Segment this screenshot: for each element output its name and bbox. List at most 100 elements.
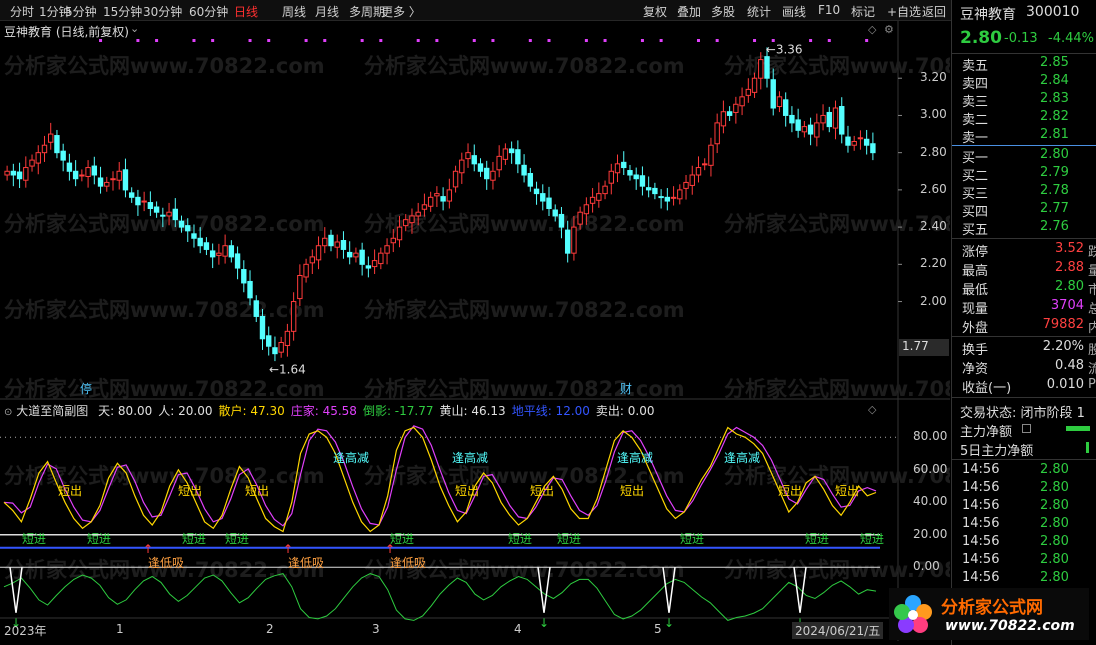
toolbar-btn-1[interactable]: 叠加: [677, 3, 701, 20]
list-icon[interactable]: [1022, 424, 1031, 433]
period-tab-0[interactable]: 分时: [10, 3, 34, 20]
price-axis-label: 3.20: [920, 70, 947, 85]
stat2-value: 2.20%: [1042, 339, 1084, 354]
ask-row[interactable]: 卖五 2.85: [962, 55, 1096, 74]
signal-buy-label: 短进: [87, 532, 111, 546]
bid-label: 买一: [962, 151, 989, 166]
toolbar-btn-6[interactable]: 标记: [851, 3, 875, 20]
up-arrow-icon: ↑: [283, 542, 293, 556]
toolbar-btn-7[interactable]: +自选: [887, 3, 921, 20]
candle-body: [789, 114, 795, 124]
signal-dot: [809, 39, 813, 42]
period-tab-6[interactable]: 日线: [234, 3, 258, 20]
period-tab-7[interactable]: 周线: [282, 3, 306, 20]
candle-body: [870, 143, 876, 154]
stat-suffix: 量: [1088, 264, 1096, 279]
price-change: -0.13: [1004, 31, 1038, 46]
bid-row[interactable]: 买三 2.78: [962, 183, 1096, 202]
stat-label: 最高: [962, 264, 989, 279]
price-axis-label: 2.00: [920, 293, 947, 308]
toolbar-btn-2[interactable]: 多股: [711, 3, 735, 20]
candle-body: [359, 249, 365, 265]
candle-body: [60, 150, 66, 161]
signal-buy-label: 短进: [680, 532, 704, 546]
settings-icon[interactable]: ⚙: [884, 23, 894, 36]
candle-body: [583, 204, 590, 215]
signal-buy-label: 短进: [508, 532, 532, 546]
candle-body: [664, 196, 671, 202]
bid-row[interactable]: 买一 2.80: [962, 147, 1096, 166]
signal-sell-label: 短出: [530, 484, 554, 498]
toolbar-btn-5[interactable]: F10: [818, 3, 840, 17]
indicator-value: 天: 80.00: [98, 404, 153, 418]
watermark-text: 分析家公式网www.70822.com: [724, 377, 950, 401]
stat2-suffix: 股: [1088, 343, 1096, 358]
indicator-collapse-icon[interactable]: ⊙: [4, 407, 12, 418]
candle-body: [726, 111, 733, 116]
period-tab-5[interactable]: 60分钟: [189, 3, 228, 20]
stat-value: 79882: [1042, 317, 1084, 332]
chevron-down-icon[interactable]: ⌄: [130, 22, 139, 35]
candle-body: [521, 164, 527, 176]
site-logo: 分析家公式网 www.70822.com: [889, 588, 1089, 640]
candle-body: [278, 342, 284, 353]
high-marker: ←3.36: [766, 42, 803, 56]
candle-body: [409, 215, 415, 224]
stat-label: 现量: [962, 302, 989, 317]
chart-canvas[interactable]: 分析家公式网www.70822.com 分析家公式网www.70822.com 分析…: [0, 21, 950, 641]
candle-body: [589, 196, 596, 204]
stat-value: 3.52: [1055, 241, 1084, 256]
candle-body: [832, 107, 839, 129]
net-flow5-label[interactable]: 5日主力净额: [960, 440, 1033, 459]
signal-dot: [211, 39, 215, 42]
candle-body: [621, 161, 627, 169]
candle-body: [23, 167, 29, 181]
indicator-value: 卖出: 0.00: [595, 404, 655, 418]
diamond-icon[interactable]: ◇: [868, 23, 876, 36]
candle-body: [695, 167, 702, 176]
indicator-close-icon[interactable]: ◇: [868, 403, 876, 416]
ask-row[interactable]: 卖二 2.82: [962, 109, 1096, 128]
bid-row[interactable]: 买四 2.77: [962, 201, 1096, 220]
period-tab-8[interactable]: 月线: [315, 3, 339, 20]
candle-body: [776, 96, 783, 108]
ask-row[interactable]: 卖三 2.83: [962, 91, 1096, 110]
tick-price: 2.80: [1040, 534, 1069, 549]
toolbar-btn-0[interactable]: 复权: [643, 3, 667, 20]
period-tab-10[interactable]: 更多 〉: [381, 3, 421, 20]
bid-row[interactable]: 买二 2.79: [962, 165, 1096, 184]
signal-sell-label: 短出: [178, 484, 202, 498]
candle-body: [346, 251, 353, 258]
chart-title: 豆神教育 (日线,前复权): [4, 25, 129, 39]
period-tab-4[interactable]: 30分钟: [143, 3, 182, 20]
candle-body: [508, 148, 515, 154]
signal-dot: [192, 39, 196, 42]
stock-name: 豆神教育: [960, 7, 1016, 23]
indicator-axis-label: 20.00: [913, 526, 948, 541]
signal-sell-label: 短出: [835, 484, 859, 498]
stat2-label: 净资: [962, 362, 989, 377]
candle-body: [689, 174, 695, 186]
period-tab-9[interactable]: 多周期: [349, 3, 385, 20]
period-tab-3[interactable]: 15分钟: [103, 3, 142, 20]
candle-body: [764, 56, 770, 79]
watermark-text: 分析家公式网www.70822.com: [4, 377, 325, 401]
stat-label: 最低: [962, 283, 989, 298]
logo-url: www.70822.com: [945, 618, 1075, 634]
ask-row[interactable]: 卖四 2.84: [962, 73, 1096, 92]
candle-body: [639, 175, 646, 187]
ask-row[interactable]: 卖一 2.81: [962, 127, 1096, 146]
net-flow-label[interactable]: 主力净额: [960, 421, 1012, 440]
toolbar-btn-4[interactable]: 画线: [782, 3, 806, 20]
chart-area[interactable]: 分析家公式网www.70822.com 分析家公式网www.70822.com 分析…: [0, 21, 952, 641]
toolbar-btn-3[interactable]: 统计: [747, 3, 771, 20]
time-axis-label: 4: [514, 622, 522, 636]
candle-body: [85, 167, 91, 177]
candle-body: [259, 315, 266, 340]
toolbar-btn-8[interactable]: 返回: [922, 3, 946, 20]
period-tab-2[interactable]: 5分钟: [65, 3, 97, 20]
candle-body: [446, 189, 453, 202]
candle-body: [79, 174, 85, 177]
indicator-name[interactable]: 大道至简副图: [16, 404, 88, 418]
bid-row[interactable]: 买五 2.76: [962, 219, 1096, 238]
